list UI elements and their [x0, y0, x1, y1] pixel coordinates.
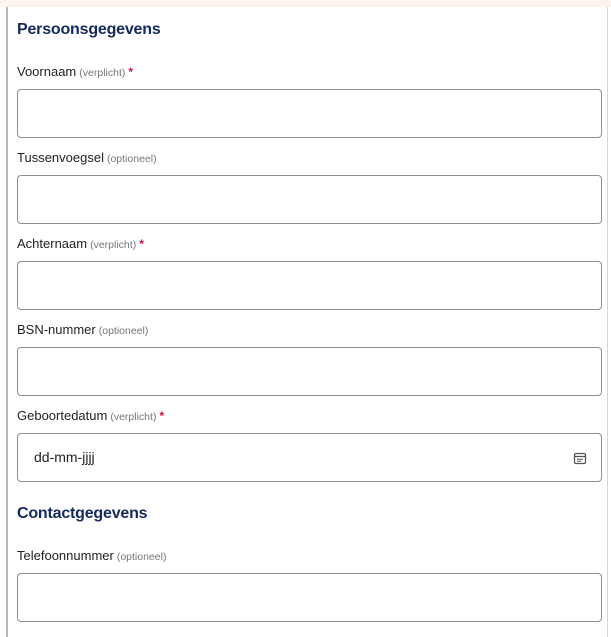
tussenvoegsel-input[interactable]: [18, 176, 601, 223]
bsn-field[interactable]: [17, 347, 602, 396]
geboortedatum-field[interactable]: dd-mm-jjjj: [17, 433, 602, 482]
bsn-label-text: BSN-nummer: [17, 322, 96, 337]
voornaam-field[interactable]: [17, 89, 602, 138]
achternaam-required-mark: *: [139, 237, 144, 251]
top-band: [0, 0, 611, 7]
voornaam-required-mark: *: [128, 65, 134, 79]
tussenvoegsel-label: Tussenvoegsel (optioneel): [17, 150, 157, 165]
geboortedatum-label-text: Geboortedatum: [17, 408, 108, 423]
section-title-contact: Contactgegevens: [17, 505, 148, 522]
bsn-hint: (optioneel): [98, 325, 149, 337]
bsn-label: BSN-nummer (optioneel): [17, 322, 148, 337]
section-title-personal: Persoonsgegevens: [17, 21, 161, 38]
geboortedatum-date-format[interactable]: dd-mm-jjjj: [34, 449, 95, 465]
achternaam-label-text: Achternaam: [17, 236, 88, 251]
calendar-icon[interactable]: [573, 451, 587, 465]
right-border: [607, 7, 608, 637]
voornaam-label-text: Voornaam: [17, 64, 77, 79]
tussenvoegsel-field[interactable]: [17, 175, 602, 224]
voornaam-hint: (verplicht): [79, 67, 126, 79]
voornaam-label: Voornaam (verplicht) *: [17, 64, 133, 79]
telefoonnummer-hint: (optioneel): [116, 551, 167, 563]
geboortedatum-required-mark: *: [159, 409, 165, 423]
achternaam-field[interactable]: [17, 261, 602, 310]
voornaam-input[interactable]: [18, 90, 601, 137]
achternaam-label: Achternaam (verplicht) *: [17, 236, 144, 251]
achternaam-input[interactable]: [18, 262, 601, 309]
telefoonnummer-label: Telefoonnummer (optioneel): [17, 548, 166, 563]
telefoonnummer-input[interactable]: [18, 574, 601, 621]
tussenvoegsel-hint: (optioneel): [106, 153, 157, 165]
telefoonnummer-label-text: Telefoonnummer: [17, 548, 114, 563]
geboortedatum-label: Geboortedatum (verplicht) *: [17, 408, 164, 423]
tussenvoegsel-label-text: Tussenvoegsel: [17, 150, 104, 165]
achternaam-hint: (verplicht): [90, 239, 137, 251]
left-border: [6, 7, 8, 637]
geboortedatum-hint: (verplicht): [110, 411, 157, 423]
telefoonnummer-field[interactable]: [17, 573, 602, 622]
bsn-input[interactable]: [18, 348, 601, 395]
